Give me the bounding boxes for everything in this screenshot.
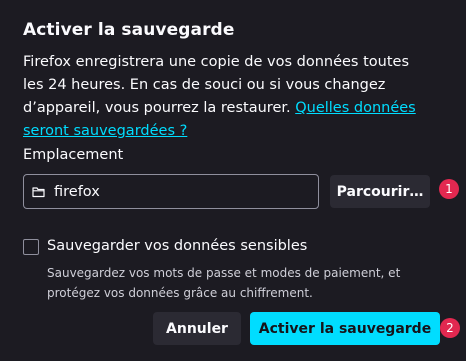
cancel-button[interactable]: Annuler: [153, 312, 241, 345]
location-label: Emplacement: [23, 147, 124, 163]
sensitive-data-help: Sauvegardez vos mots de passe et modes d…: [47, 266, 401, 300]
step-marker-1: 1: [439, 179, 459, 199]
folder-icon: [32, 185, 46, 199]
location-value: firefox: [54, 183, 100, 200]
dialog-description: Firefox enregistrera une copie de vos do…: [23, 51, 423, 143]
location-field[interactable]: firefox: [23, 174, 319, 209]
dialog-title: Activer la sauvegarde: [23, 20, 235, 40]
sensitive-data-checkbox[interactable]: [23, 239, 39, 255]
sensitive-data-label[interactable]: Sauvegarder vos données sensibles: [47, 238, 307, 254]
backup-dialog: Activer la sauvegarde Firefox enregistre…: [0, 0, 466, 361]
browse-button[interactable]: Parcourir…: [330, 175, 430, 208]
enable-backup-button[interactable]: Activer la sauvegarde: [250, 312, 440, 345]
step-marker-2: 2: [440, 318, 460, 338]
